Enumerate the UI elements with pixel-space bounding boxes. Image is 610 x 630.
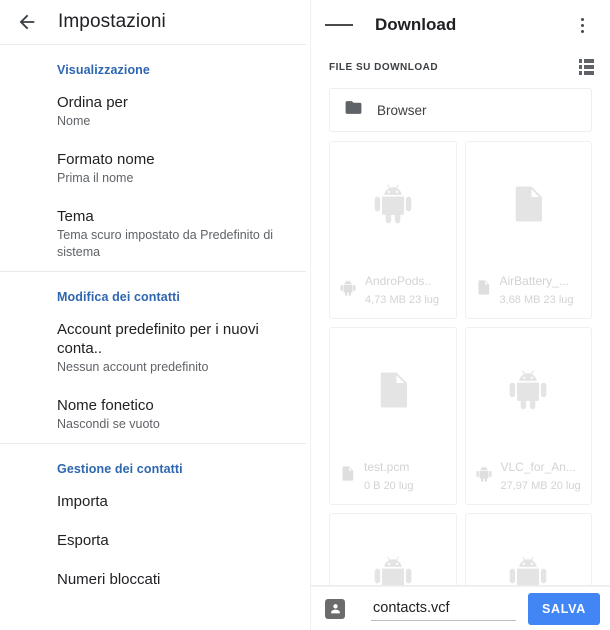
- save-bar: SALVA: [311, 586, 610, 630]
- file-card[interactable]: VLC_for_An... 27,97 MB 20 lug: [464, 327, 592, 505]
- folder-list: Browser: [311, 84, 610, 132]
- document-icon: [330, 328, 456, 452]
- file-info: 0 B 20 lug: [364, 480, 414, 492]
- settings-list: Visualizzazione Ordina per Nome Formato …: [0, 45, 310, 607]
- list-view-icon[interactable]: [578, 59, 594, 75]
- pref-esporta[interactable]: Esporta: [0, 521, 310, 560]
- settings-appbar: Impostazioni: [0, 0, 310, 44]
- file-info: 4,73 MB 23 lug: [365, 294, 439, 306]
- kebab-menu-icon[interactable]: [568, 11, 596, 39]
- pref-title: Nome fonetico: [57, 397, 154, 414]
- page-title: Impostazioni: [58, 11, 166, 32]
- pref-subtitle: Nascondi se vuoto: [57, 417, 160, 431]
- save-button[interactable]: SALVA: [527, 592, 600, 625]
- document-icon: [475, 279, 492, 301]
- pref-subtitle: Nome: [57, 114, 91, 128]
- file-picker-title: Download: [375, 15, 457, 34]
- app-screen: Impostazioni Visualizzazione Ordina per …: [0, 0, 610, 630]
- file-picker-panel: Download FILE SU DOWNLOAD Browser AndroP…: [310, 0, 610, 630]
- pref-formato-nome[interactable]: Formato nome Prima il nome: [0, 140, 310, 197]
- pref-title: Formato nome: [57, 151, 155, 168]
- file-card[interactable]: AirBattery_... 3,68 MB 23 lug: [464, 141, 592, 319]
- pref-title: Account predefinito per i nuovi conta..: [57, 321, 259, 357]
- file-grid: AndroPods.. 4,73 MB 23 lug AirBattery_..…: [311, 132, 610, 630]
- file-name: AirBattery_...: [499, 274, 569, 288]
- folder-name: Browser: [377, 102, 427, 118]
- file-card[interactable]: test.pcm 0 B 20 lug: [329, 327, 457, 505]
- pref-tema[interactable]: Tema Tema scuro impostato da Predefinito…: [0, 197, 310, 271]
- android-icon: [339, 279, 357, 302]
- pref-subtitle: Nessun account predefinito: [57, 360, 209, 374]
- pref-importa[interactable]: Importa: [0, 482, 310, 521]
- folder-icon: [344, 98, 363, 122]
- person-icon: [325, 598, 345, 619]
- current-location-label: FILE SU DOWNLOAD: [329, 61, 439, 73]
- pref-title: Ordina per: [57, 94, 128, 111]
- android-icon: [330, 142, 456, 266]
- pref-subtitle: Prima il nome: [57, 171, 134, 185]
- folder-item-browser[interactable]: Browser: [329, 88, 592, 132]
- hamburger-menu-icon[interactable]: [325, 11, 353, 39]
- pref-account-predefinito[interactable]: Account predefinito per i nuovi conta.. …: [0, 310, 310, 386]
- pref-title: Esporta: [57, 532, 109, 549]
- section-heading-modifica-dei-contatti: Modifica dei contatti: [57, 290, 180, 304]
- pref-numeri-bloccati[interactable]: Numeri bloccati: [0, 560, 310, 599]
- document-icon: [466, 142, 592, 266]
- section-heading-visualizzazione: Visualizzazione: [57, 63, 150, 77]
- pref-subtitle: Tema scuro impostato da Predefinito di s…: [57, 228, 274, 259]
- file-name: test.pcm: [364, 460, 410, 474]
- filename-input[interactable]: [371, 596, 516, 621]
- pref-title: Tema: [57, 208, 94, 225]
- pref-title: Numeri bloccati: [57, 571, 161, 588]
- pref-nome-fonetico[interactable]: Nome fonetico Nascondi se vuoto: [0, 386, 310, 443]
- arrow-left-icon[interactable]: [12, 7, 42, 37]
- pref-ordina-per[interactable]: Ordina per Nome: [0, 83, 310, 140]
- file-card[interactable]: AndroPods.. 4,73 MB 23 lug: [329, 141, 457, 319]
- android-icon: [466, 328, 592, 452]
- document-icon: [339, 465, 356, 487]
- android-icon: [475, 465, 493, 488]
- file-picker-appbar: Download: [311, 0, 610, 50]
- file-info: 3,68 MB 23 lug: [499, 294, 574, 306]
- pref-title: Importa: [57, 493, 108, 510]
- settings-panel: Impostazioni Visualizzazione Ordina per …: [0, 0, 310, 630]
- file-name: AndroPods..: [365, 274, 432, 288]
- section-heading-gestione-dei-contatti: Gestione dei contatti: [57, 462, 183, 476]
- file-info: 27,97 MB 20 lug: [500, 480, 581, 492]
- file-picker-subbar: FILE SU DOWNLOAD: [311, 50, 610, 84]
- file-name: VLC_for_An...: [500, 460, 576, 474]
